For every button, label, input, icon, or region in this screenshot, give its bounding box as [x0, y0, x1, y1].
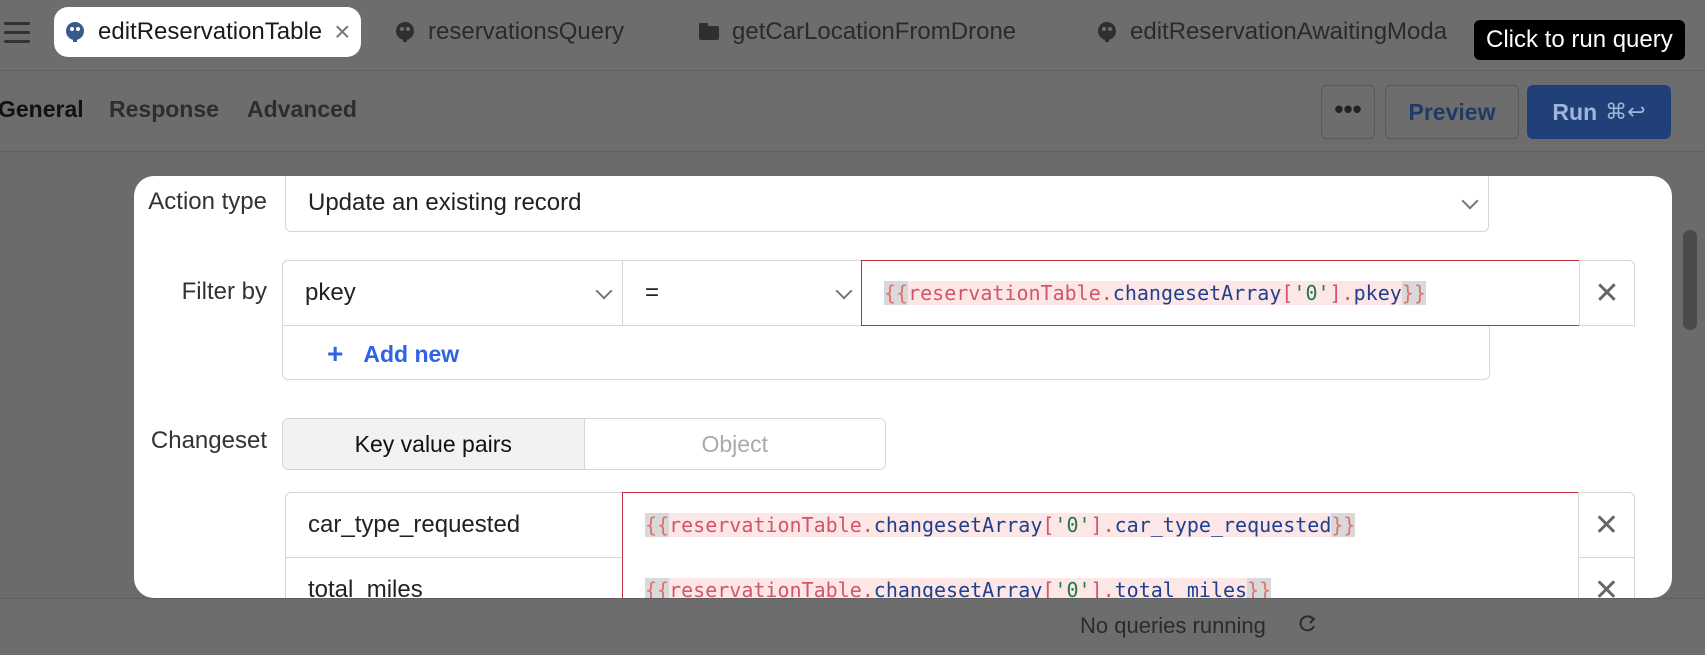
template-close: }}	[1247, 577, 1272, 598]
template-bracket: [	[1042, 577, 1055, 598]
template-property: changesetArray	[1112, 281, 1282, 305]
tab-editreservationtable[interactable]: editReservationTable ×	[54, 7, 361, 57]
status-text: No queries running	[1080, 613, 1266, 638]
changeset-column-value: total_miles	[308, 576, 423, 598]
template-close: }}	[1401, 281, 1426, 305]
menu-icon[interactable]	[4, 22, 30, 44]
template-key: pkey	[1353, 281, 1402, 305]
template-dot: .	[1341, 281, 1354, 305]
changeset-label: Changeset	[150, 427, 267, 454]
filter-operator-select[interactable]: =	[622, 260, 863, 326]
template-bracket: ]	[1329, 281, 1342, 305]
changeset-value-input[interactable]: {{reservationTable. changesetArray['0']. c…	[622, 492, 1579, 558]
tab-label: editReservationAwaitingModa	[1130, 18, 1448, 45]
template-dot: .	[861, 513, 874, 537]
subtab-advanced[interactable]: Advanced	[247, 96, 357, 123]
chevron-down-icon	[1461, 192, 1479, 210]
add-new-label: Add new	[363, 340, 460, 367]
more-options-button[interactable]: •••	[1321, 85, 1375, 139]
tab-editreservationawaitingmodal[interactable]: editReservationAwaitingModa	[1094, 7, 1447, 57]
template-index: '0'	[1293, 281, 1330, 305]
preview-button[interactable]: Preview	[1385, 85, 1519, 139]
tab-bar: editReservationTable × reservationsQuery…	[0, 0, 1705, 71]
template-property: changesetArray	[873, 513, 1043, 537]
template-index: '0'	[1054, 577, 1091, 598]
template-dot: .	[1100, 281, 1113, 305]
run-shortcut: ⌘↩	[1605, 99, 1646, 124]
filter-operator-value: =	[645, 279, 660, 306]
chevron-down-icon	[835, 282, 853, 300]
template-property: changesetArray	[873, 577, 1043, 598]
subtab-general[interactable]: General	[0, 96, 84, 123]
add-filter-button[interactable]: + Add new	[327, 338, 459, 370]
template-object: reservationTable	[669, 577, 862, 598]
remove-changeset-row-button[interactable]: ✕	[1578, 557, 1635, 598]
filter-column-select[interactable]: pkey	[282, 260, 623, 326]
filter-value-input[interactable]: {{reservationTable. changesetArray['0']. p…	[861, 260, 1580, 326]
changeset-value-input[interactable]: {{reservationTable. changesetArray['0']. t…	[622, 557, 1579, 598]
mode-object[interactable]: Object	[584, 419, 885, 469]
template-key: total_miles	[1114, 577, 1248, 598]
action-type-select[interactable]: Update an existing record	[285, 176, 1489, 232]
template-dot: .	[861, 577, 874, 598]
template-bracket: [	[1281, 281, 1294, 305]
close-icon: ✕	[1593, 573, 1620, 599]
postgres-icon	[392, 19, 418, 45]
template-open: {{	[645, 513, 670, 537]
run-label: Run	[1552, 98, 1598, 125]
tab-label: editReservationTable	[98, 18, 323, 45]
filter-column-value: pkey	[305, 279, 356, 306]
changeset-column-value: car_type_requested	[308, 511, 521, 538]
action-type-label: Action type	[148, 188, 267, 215]
tab-label: reservationsQuery	[428, 18, 625, 45]
folder-icon	[696, 19, 722, 45]
changeset-mode-toggle: Key value pairs Object	[282, 418, 886, 470]
tab-label: getCarLocationFromDrone	[732, 18, 1017, 45]
close-icon: ✕	[1593, 508, 1620, 542]
subtab-response[interactable]: Response	[109, 96, 219, 123]
status-bar	[0, 598, 1705, 655]
remove-filter-button[interactable]: ✕	[1579, 260, 1635, 326]
run-tooltip: Click to run query	[1474, 20, 1685, 60]
query-editor-modal: Action type Update an existing record Fi…	[134, 176, 1672, 598]
template-bracket: ]	[1090, 577, 1103, 598]
template-dot: .	[1102, 513, 1115, 537]
template-bracket: ]	[1090, 513, 1103, 537]
template-open: {{	[645, 577, 670, 598]
template-open: {{	[884, 281, 909, 305]
close-icon[interactable]: ×	[334, 18, 350, 46]
action-type-value: Update an existing record	[308, 189, 582, 216]
template-object: reservationTable	[908, 281, 1101, 305]
postgres-icon	[1094, 19, 1120, 45]
template-dot: .	[1102, 577, 1115, 598]
template-close: }}	[1331, 513, 1356, 537]
template-bracket: [	[1042, 513, 1055, 537]
template-object: reservationTable	[669, 513, 862, 537]
template-index: '0'	[1054, 513, 1091, 537]
chevron-down-icon	[595, 282, 613, 300]
refresh-icon[interactable]	[1296, 613, 1318, 635]
filter-by-label: Filter by	[181, 278, 267, 305]
postgres-icon	[62, 19, 88, 45]
mode-key-value-pairs[interactable]: Key value pairs	[283, 419, 585, 469]
scrollbar-thumb[interactable]	[1683, 230, 1697, 330]
plus-icon: +	[327, 338, 344, 369]
run-button[interactable]: Run ⌘↩	[1527, 85, 1671, 139]
remove-changeset-row-button[interactable]: ✕	[1578, 492, 1635, 558]
close-icon: ✕	[1594, 276, 1620, 310]
tab-getcarlocationfromdrone[interactable]: getCarLocationFromDrone	[696, 7, 1016, 57]
template-key: car_type_requested	[1114, 513, 1332, 537]
tab-reservationsquery[interactable]: reservationsQuery	[392, 7, 624, 57]
